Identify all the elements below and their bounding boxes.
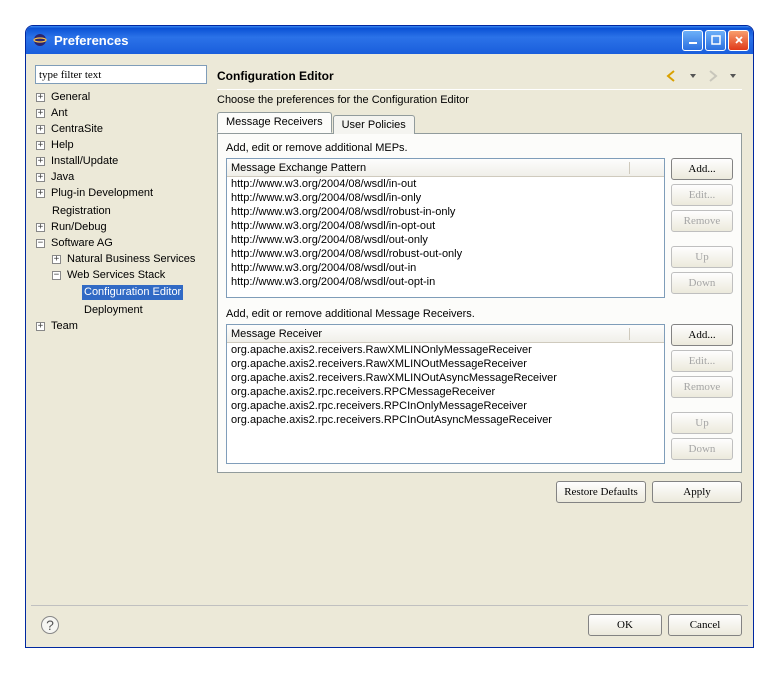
meps-up-button: Up	[671, 246, 733, 268]
close-button[interactable]	[728, 30, 749, 51]
tree-item[interactable]: Java	[49, 170, 76, 185]
tab-user-policies[interactable]: User Policies	[333, 115, 415, 134]
tab-message-receivers[interactable]: Message Receivers	[217, 112, 332, 133]
restore-defaults-button[interactable]: Restore Defaults	[556, 481, 646, 503]
receivers-header-row[interactable]: Message Receiver	[227, 325, 664, 343]
preferences-window: Preferences + General + Ant + CentraSite + Help…	[25, 25, 754, 648]
list-item[interactable]: org.apache.axis2.receivers.RawXMLINOnlyM…	[227, 343, 664, 357]
meps-column-header[interactable]: Message Exchange Pattern	[231, 162, 630, 174]
forward-icon	[704, 68, 722, 84]
tree-expander-icon[interactable]: +	[36, 322, 45, 331]
tree-expander-icon[interactable]: +	[36, 125, 45, 134]
filter-input[interactable]	[35, 65, 207, 84]
tree-expander-icon[interactable]: +	[36, 173, 45, 182]
tree-expander-icon[interactable]: −	[52, 271, 61, 280]
meps-body[interactable]: http://www.w3.org/2004/08/wsdl/in-outhtt…	[227, 177, 664, 289]
tree-item[interactable]: Ant	[49, 106, 70, 121]
page-buttons: Restore Defaults Apply	[217, 473, 742, 507]
meps-edit-button: Edit...	[671, 184, 733, 206]
receivers-listbox[interactable]: Message Receiver org.apache.axis2.receiv…	[226, 324, 665, 464]
tree-expander-icon[interactable]: +	[36, 93, 45, 102]
list-item[interactable]: http://www.w3.org/2004/08/wsdl/out-opt-i…	[227, 275, 664, 289]
preference-tree[interactable]: + General + Ant + CentraSite + Help + Install/Upd…	[36, 89, 206, 334]
list-item[interactable]: org.apache.axis2.receivers.RawXMLINOutMe…	[227, 357, 664, 371]
list-item[interactable]: http://www.w3.org/2004/08/wsdl/out-in	[227, 261, 664, 275]
tree-item[interactable]: Install/Update	[49, 154, 120, 169]
forward-menu-dropdown-icon[interactable]	[724, 68, 742, 84]
back-menu-dropdown-icon[interactable]	[684, 68, 702, 84]
receivers-body[interactable]: org.apache.axis2.receivers.RawXMLINOnlyM…	[227, 343, 664, 427]
tree-expander-icon[interactable]: −	[36, 239, 45, 248]
tree-item[interactable]: Team	[49, 319, 80, 334]
tree-expander-icon[interactable]: +	[36, 189, 45, 198]
left-pane: + General + Ant + CentraSite + Help + Install/Upd…	[31, 59, 211, 605]
tab-folder: Message ReceiversUser Policies Add, edit…	[217, 112, 742, 473]
list-item[interactable]: org.apache.axis2.rpc.receivers.RPCInOnly…	[227, 399, 664, 413]
window-title: Preferences	[54, 33, 680, 48]
receivers-hint: Add, edit or remove additional Message R…	[226, 308, 733, 320]
ok-button[interactable]: OK	[588, 614, 662, 636]
header-separator	[217, 89, 742, 90]
back-icon[interactable]	[664, 68, 682, 84]
eclipse-icon	[32, 32, 48, 48]
list-item[interactable]: org.apache.axis2.rpc.receivers.RPCInOutA…	[227, 413, 664, 427]
maximize-button[interactable]	[705, 30, 726, 51]
meps-hint: Add, edit or remove additional MEPs.	[226, 142, 733, 154]
apply-button[interactable]: Apply	[652, 481, 742, 503]
list-item[interactable]: org.apache.axis2.rpc.receivers.RPCMessag…	[227, 385, 664, 399]
list-item[interactable]: http://www.w3.org/2004/08/wsdl/robust-in…	[227, 205, 664, 219]
receivers-edit-button: Edit...	[671, 350, 733, 372]
list-item[interactable]: org.apache.axis2.receivers.RawXMLINOutAs…	[227, 371, 664, 385]
tree-expander-icon[interactable]: +	[36, 157, 45, 166]
list-item[interactable]: http://www.w3.org/2004/08/wsdl/in-opt-ou…	[227, 219, 664, 233]
tabs-bar: Message ReceiversUser Policies	[217, 112, 742, 133]
meps-down-button: Down	[671, 272, 733, 294]
receivers-up-button: Up	[671, 412, 733, 434]
tab-body: Add, edit or remove additional MEPs. Mes…	[217, 133, 742, 473]
receivers-add-button[interactable]: Add...	[671, 324, 733, 346]
page-title: Configuration Editor	[217, 69, 662, 83]
tree-expander-icon[interactable]: +	[52, 255, 61, 264]
tree-item[interactable]: Plug-in Development	[49, 186, 155, 201]
right-pane: Configuration Editor Choose the preferen…	[211, 59, 748, 605]
minimize-button[interactable]	[682, 30, 703, 51]
meps-remove-button: Remove	[671, 210, 733, 232]
list-item[interactable]: http://www.w3.org/2004/08/wsdl/in-out	[227, 177, 664, 191]
tree-item[interactable]: Web Services Stack	[65, 268, 167, 283]
list-item[interactable]: http://www.w3.org/2004/08/wsdl/robust-ou…	[227, 247, 664, 261]
meps-header-row[interactable]: Message Exchange Pattern	[227, 159, 664, 177]
receivers-buttons: Add... Edit... Remove Up Down	[671, 324, 733, 460]
tree-item[interactable]: General	[49, 90, 92, 105]
receivers-down-button: Down	[671, 438, 733, 460]
tree-item[interactable]: Software AG	[49, 236, 115, 251]
tree-item[interactable]: Run/Debug	[49, 220, 109, 235]
titlebar[interactable]: Preferences	[26, 26, 753, 54]
tree-item[interactable]: Deployment	[82, 303, 145, 318]
main-split: + General + Ant + CentraSite + Help + Install/Upd…	[31, 59, 748, 605]
meps-buttons: Add... Edit... Remove Up Down	[671, 158, 733, 294]
meps-listbox[interactable]: Message Exchange Pattern http://www.w3.o…	[226, 158, 665, 298]
tree-item[interactable]: Registration	[50, 204, 113, 219]
tree-wrap: + General + Ant + CentraSite + Help + Install/Upd…	[35, 88, 207, 601]
page-description: Choose the preferences for the Configura…	[217, 94, 742, 106]
tree-item[interactable]: CentraSite	[49, 122, 105, 137]
content-area: + General + Ant + CentraSite + Help + Install/Upd…	[31, 59, 748, 642]
dialog-buttons: ? OK Cancel	[31, 605, 748, 642]
help-icon[interactable]: ?	[41, 616, 59, 634]
list-item[interactable]: http://www.w3.org/2004/08/wsdl/in-only	[227, 191, 664, 205]
receivers-column-header[interactable]: Message Receiver	[231, 328, 630, 340]
tree-expander-icon[interactable]: +	[36, 223, 45, 232]
meps-add-button[interactable]: Add...	[671, 158, 733, 180]
receivers-remove-button: Remove	[671, 376, 733, 398]
list-item[interactable]: http://www.w3.org/2004/08/wsdl/out-only	[227, 233, 664, 247]
tree-item[interactable]: Configuration Editor	[82, 285, 183, 300]
tree-item[interactable]: Natural Business Services	[65, 252, 197, 267]
cancel-button[interactable]: Cancel	[668, 614, 742, 636]
tree-expander-icon[interactable]: +	[36, 109, 45, 118]
tree-expander-icon[interactable]: +	[36, 141, 45, 150]
tree-item[interactable]: Help	[49, 138, 76, 153]
